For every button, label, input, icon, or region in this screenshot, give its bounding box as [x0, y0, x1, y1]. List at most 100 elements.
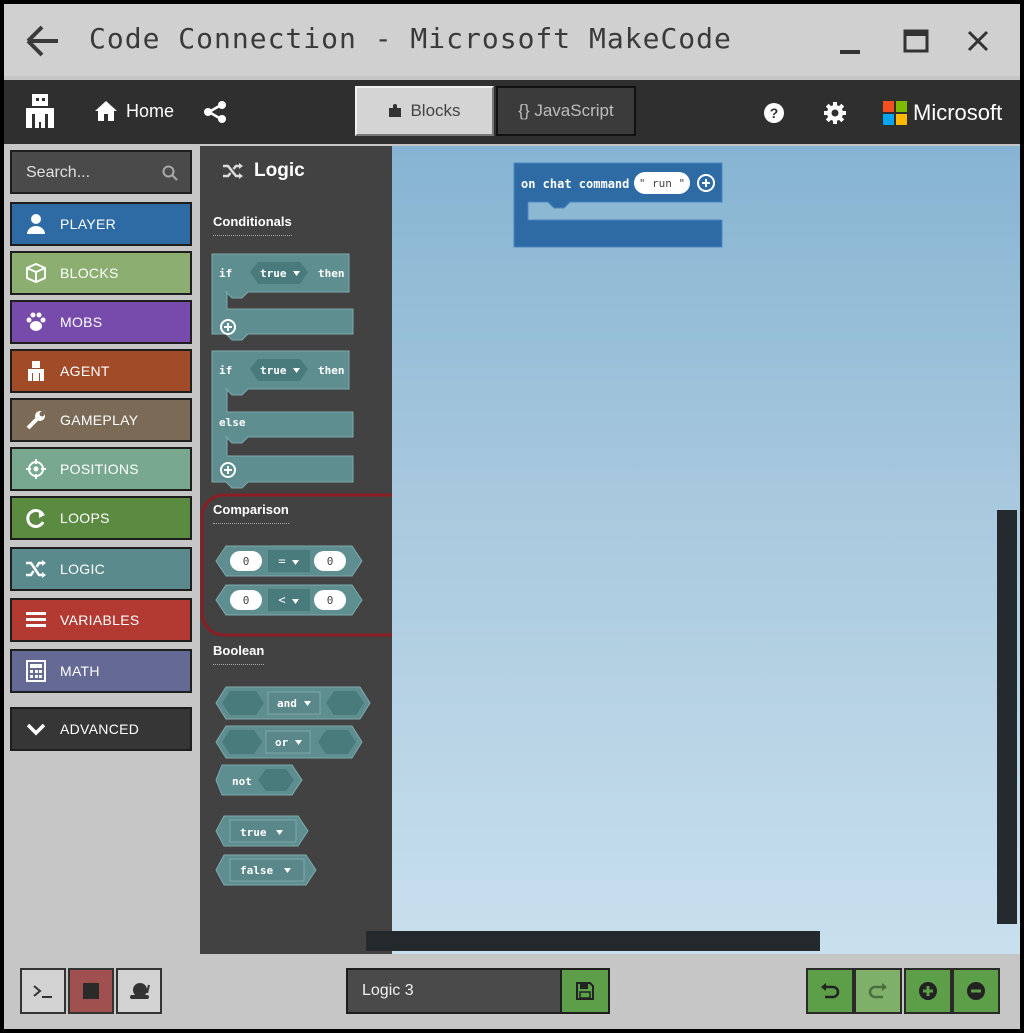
operator-less-than[interactable]: < [278, 593, 285, 607]
command-argument[interactable]: " run " [639, 177, 685, 190]
tab-javascript-label: {} JavaScript [518, 101, 614, 120]
true-block[interactable]: true [215, 815, 309, 847]
minimize-icon[interactable] [835, 26, 865, 56]
agent-icon [24, 359, 48, 383]
settings-gear-icon[interactable] [823, 101, 847, 125]
on-chat-command-block[interactable]: on chat command " run " [513, 162, 723, 248]
chevron-down-icon [24, 717, 48, 741]
back-arrow-icon[interactable] [24, 22, 62, 60]
true-value: true [260, 267, 287, 280]
vertical-scrollbar[interactable] [997, 510, 1017, 924]
if-keyword: if [219, 267, 232, 280]
zoom-in-icon [919, 982, 937, 1000]
tab-blocks[interactable]: Blocks [355, 86, 494, 136]
makecode-logo-icon[interactable] [22, 92, 58, 132]
compare-equals-block[interactable]: 0 = 0 [215, 545, 363, 577]
snail-icon [130, 983, 150, 999]
operator-equals[interactable]: = [278, 554, 285, 568]
maximize-icon[interactable] [901, 26, 931, 56]
category-label: AGENT [60, 363, 110, 379]
code-workspace[interactable]: on chat command " run " [392, 146, 1020, 958]
category-label: PLAYER [60, 216, 117, 232]
window-title: Code Connection - Microsoft MakeCode [89, 22, 732, 55]
undo-icon [821, 983, 840, 999]
makecode-toolbar: Home Blocks {} JavaScript ? Microsoft [4, 80, 1020, 144]
right-operand[interactable]: 0 [327, 594, 334, 607]
category-label: POSITIONS [60, 461, 139, 477]
false-block[interactable]: false [215, 854, 317, 886]
search-input[interactable]: Search... [26, 164, 90, 182]
category-label: LOGIC [60, 561, 106, 577]
svg-text:?: ? [770, 105, 779, 121]
then-keyword: then [318, 267, 345, 280]
category-variables[interactable]: VARIABLES [10, 598, 192, 642]
event-label: on chat command [521, 177, 629, 191]
false-keyword[interactable]: false [240, 864, 273, 877]
workspace-canvas: on chat command " run " [513, 162, 723, 248]
and-block[interactable]: and [215, 686, 371, 720]
if-keyword: if [219, 364, 232, 377]
category-label: VARIABLES [60, 612, 140, 628]
close-icon[interactable] [963, 26, 993, 56]
right-operand[interactable]: 0 [327, 555, 334, 568]
tab-javascript[interactable]: {} JavaScript [496, 86, 636, 136]
category-agent[interactable]: AGENT [10, 349, 192, 393]
else-keyword: else [219, 416, 246, 429]
or-keyword[interactable]: or [275, 736, 289, 749]
lines-icon [24, 608, 48, 632]
zoom-out-icon [967, 982, 985, 1000]
category-mobs[interactable]: MOBS [10, 300, 192, 344]
title-bar: Code Connection - Microsoft MakeCode [4, 4, 1020, 76]
redo-button[interactable] [854, 968, 902, 1014]
cube-icon [24, 261, 48, 285]
home-icon [95, 101, 117, 121]
or-block[interactable]: or [215, 725, 363, 759]
left-operand[interactable]: 0 [243, 555, 250, 568]
category-label: MOBS [60, 314, 103, 330]
logic-flyout: Logic Conditionals Comparison Boolean if… [200, 146, 392, 958]
help-icon[interactable]: ? [763, 102, 785, 124]
not-block[interactable]: not [215, 764, 303, 796]
category-blocks[interactable]: BLOCKS [10, 251, 192, 295]
category-label: BLOCKS [60, 265, 119, 281]
true-keyword[interactable]: true [240, 826, 267, 839]
project-name-input[interactable]: Logic 3 [362, 982, 414, 1000]
zoom-out-button[interactable] [952, 968, 1000, 1014]
undo-button[interactable] [806, 968, 854, 1014]
category-math[interactable]: MATH [10, 649, 192, 693]
save-disk-icon [576, 982, 594, 1000]
share-icon[interactable] [203, 100, 227, 124]
category-logic[interactable]: LOGIC [10, 547, 192, 591]
stop-button[interactable] [68, 968, 114, 1014]
category-loops[interactable]: LOOPS [10, 496, 192, 540]
left-operand[interactable]: 0 [243, 594, 250, 607]
and-keyword[interactable]: and [277, 697, 297, 710]
slow-mode-button[interactable] [116, 968, 162, 1014]
compare-less-than-block[interactable]: 0 < 0 [215, 584, 363, 616]
loop-icon [24, 506, 48, 530]
if-then-block[interactable]: if true then [211, 253, 354, 341]
crosshair-icon [24, 457, 48, 481]
console-button[interactable] [20, 968, 66, 1014]
true-value: true [260, 364, 287, 377]
horizontal-scrollbar[interactable] [366, 931, 820, 951]
search-icon[interactable] [162, 165, 178, 181]
project-name-box[interactable]: Logic 3 [346, 968, 610, 1014]
if-then-else-block[interactable]: if true then else [211, 350, 354, 489]
category-advanced[interactable]: ADVANCED [10, 707, 192, 751]
search-box[interactable]: Search... [10, 150, 192, 194]
home-label: Home [126, 100, 175, 121]
category-label: ADVANCED [60, 721, 140, 737]
category-label: GAMEPLAY [60, 412, 139, 428]
home-button[interactable]: Home [94, 100, 174, 122]
save-button[interactable] [560, 970, 608, 1012]
wrench-icon [24, 408, 48, 432]
puzzle-icon [389, 104, 402, 117]
zoom-in-button[interactable] [904, 968, 952, 1014]
category-gameplay[interactable]: GAMEPLAY [10, 398, 192, 442]
category-player[interactable]: PLAYER [10, 202, 192, 246]
microsoft-logo[interactable]: Microsoft [883, 100, 1002, 126]
category-label: LOOPS [60, 510, 110, 526]
person-icon [24, 212, 48, 236]
category-positions[interactable]: POSITIONS [10, 447, 192, 491]
